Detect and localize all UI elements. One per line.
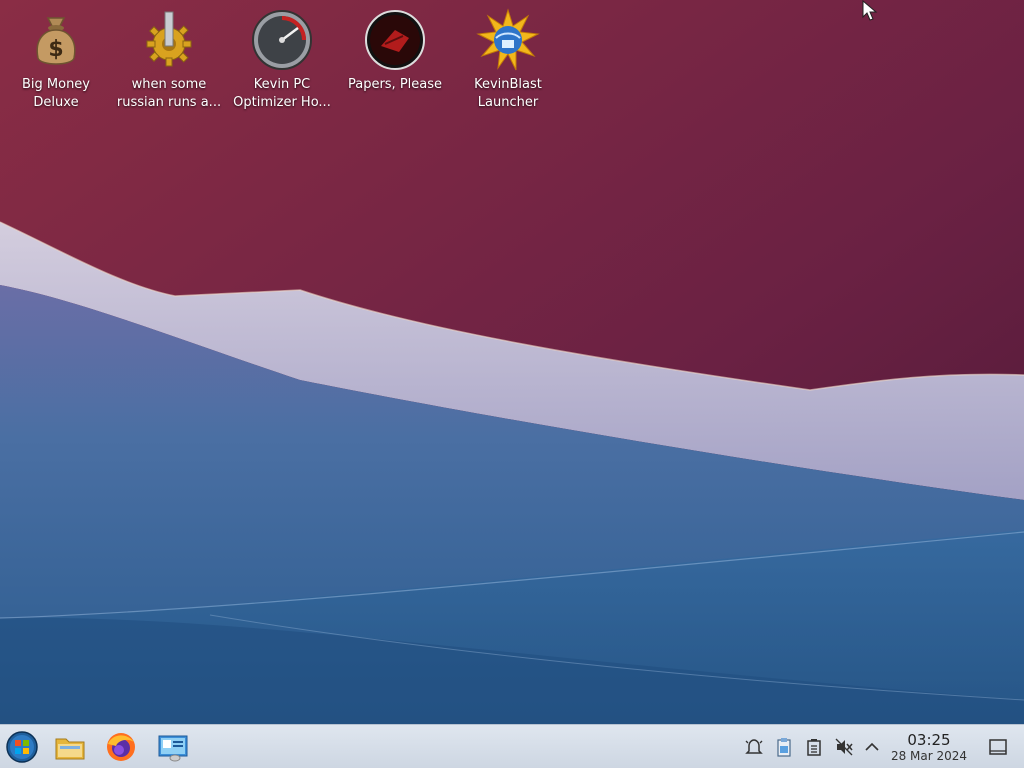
show-desktop-icon[interactable] — [988, 737, 1008, 757]
desktop-icon-label: Papers, Please — [347, 77, 443, 92]
svg-text:$: $ — [48, 37, 63, 62]
papers-please-icon — [365, 10, 425, 70]
desktop-icon-russian-runs[interactable]: when some russian runs a... — [113, 8, 225, 112]
mouse-cursor-icon — [862, 0, 878, 21]
desktop-icon-big-money-deluxe[interactable]: $ Big Money Deluxe — [0, 8, 112, 112]
notifications-icon[interactable] — [744, 737, 764, 757]
money-bag-icon: $ — [36, 17, 76, 65]
battery-icon[interactable] — [804, 737, 824, 757]
desktop-icon-label: Big Money Deluxe — [21, 77, 90, 110]
control-panel-icon[interactable] — [156, 730, 190, 764]
chevron-up-icon[interactable] — [862, 737, 882, 757]
taskbar: 03:25 28 Mar 2024 — [0, 724, 1024, 768]
firefox-icon[interactable] — [104, 730, 138, 764]
speedometer-icon — [252, 10, 312, 70]
clock-time[interactable]: 03:25 — [890, 731, 968, 749]
clipboard-icon[interactable] — [774, 737, 794, 757]
desktop-icon-label: when some russian runs a... — [116, 77, 222, 110]
desktop-icon-papers-please[interactable]: Papers, Please — [339, 8, 451, 94]
desktop-icon-kevin-pc-optimizer[interactable]: Kevin PC Optimizer Ho... — [226, 8, 338, 112]
globe-burst-icon — [476, 8, 540, 71]
desktop-icon-kevinblast-launcher[interactable]: KevinBlast Launcher — [452, 8, 564, 112]
gear-icon — [146, 11, 192, 67]
folder-icon[interactable] — [53, 730, 87, 764]
desktop[interactable]: $ Big Money Deluxe when some russian run… — [0, 0, 1024, 724]
desktop-icon-label: Kevin PC Optimizer Ho... — [233, 77, 331, 110]
start-orb-icon[interactable] — [5, 730, 39, 764]
volume-muted-icon[interactable] — [834, 737, 854, 757]
desktop-icon-label: KevinBlast Launcher — [474, 77, 542, 110]
clock-date[interactable]: 28 Mar 2024 — [880, 749, 978, 763]
